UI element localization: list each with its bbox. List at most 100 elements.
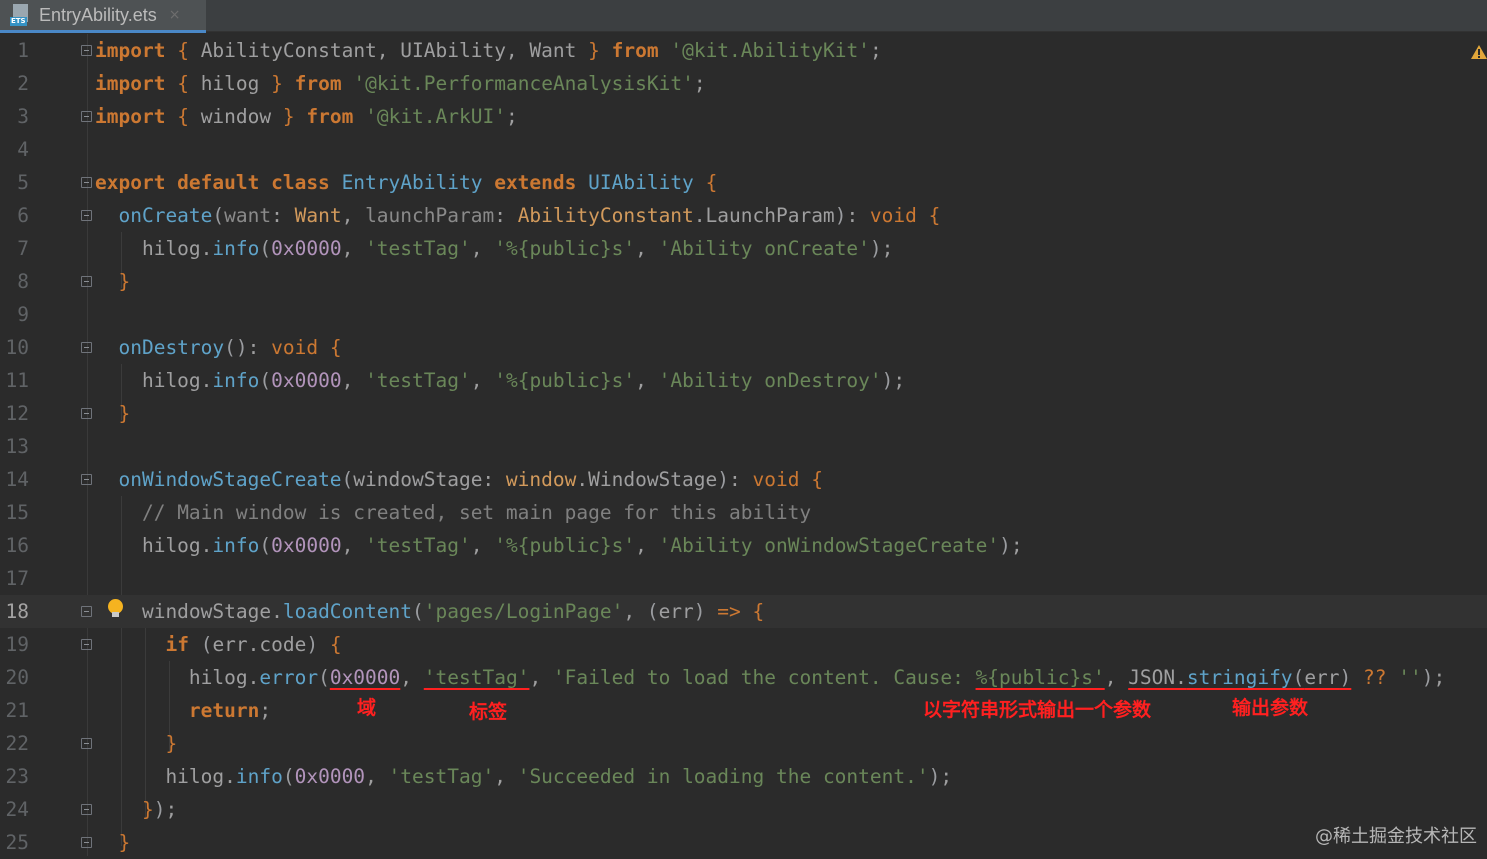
line-number[interactable]: 16 — [0, 529, 29, 562]
fold-toggle-icon[interactable] — [81, 804, 92, 815]
line-number[interactable]: 5 — [0, 166, 29, 199]
code-text[interactable]: } — [95, 727, 177, 760]
fold-toggle-icon[interactable] — [81, 639, 92, 650]
code-text[interactable]: windowStage.loadContent('pages/LoginPage… — [95, 595, 764, 628]
fold-toggle-icon[interactable] — [81, 177, 92, 188]
fold-toggle-icon[interactable] — [81, 111, 92, 122]
line-number[interactable]: 12 — [0, 397, 29, 430]
fold-toggle-icon[interactable] — [81, 408, 92, 419]
code-text[interactable]: } — [95, 265, 130, 298]
code-line[interactable]: 19 if (err.code) { — [0, 628, 1487, 661]
code-editor[interactable]: 1 import { AbilityConstant, UIAbility, Wa… — [0, 34, 1487, 856]
code-token: void — [869, 204, 917, 227]
code-line[interactable]: 1 import { AbilityConstant, UIAbility, Wa… — [0, 34, 1487, 67]
code-token: } — [165, 732, 178, 755]
code-text[interactable]: import { window } from '@kit.ArkUI'; — [95, 100, 518, 133]
code-line[interactable]: 7 hilog.info(0x0000, 'testTag', '%{publi… — [0, 232, 1487, 265]
line-number[interactable]: 23 — [0, 760, 29, 793]
fold-toggle-icon[interactable] — [81, 210, 92, 221]
code-text[interactable]: onWindowStageCreate(windowStage: window.… — [95, 463, 822, 496]
code-token: onCreate — [118, 204, 213, 227]
code-line[interactable]: 23 hilog.info(0x0000, 'testTag', 'Succee… — [0, 760, 1487, 793]
code-line[interactable]: 14 onWindowStageCreate(windowStage: wind… — [0, 463, 1487, 496]
code-text[interactable]: }); — [95, 793, 177, 826]
line-number[interactable]: 4 — [0, 133, 29, 166]
line-number[interactable]: 15 — [0, 496, 29, 529]
code-text[interactable]: import { AbilityConstant, UIAbility, Wan… — [95, 34, 882, 67]
line-number[interactable]: 17 — [0, 562, 29, 595]
code-text[interactable]: onDestroy(): void { — [95, 331, 341, 364]
code-text[interactable]: import { hilog } from '@kit.PerformanceA… — [95, 67, 706, 100]
code-text[interactable]: } — [95, 397, 130, 430]
line-number[interactable]: 18 — [0, 595, 29, 628]
line-number[interactable]: 14 — [0, 463, 29, 496]
line-number[interactable]: 6 — [0, 199, 29, 232]
tab-entryability[interactable]: ETS EntryAbility.ets × — [0, 0, 206, 33]
line-number[interactable]: 7 — [0, 232, 29, 265]
fold-toggle-icon[interactable] — [81, 474, 92, 485]
fold-toggle-icon[interactable] — [81, 837, 92, 848]
code-line[interactable]: 13 — [0, 430, 1487, 463]
code-line[interactable]: 5 export default class EntryAbility exten… — [0, 166, 1487, 199]
line-number[interactable]: 10 — [0, 331, 29, 364]
code-text[interactable]: if (err.code) { — [95, 628, 341, 661]
code-text[interactable]: return; — [95, 694, 271, 727]
line-number[interactable]: 13 — [0, 430, 29, 463]
code-text[interactable]: hilog.info(0x0000, 'testTag', '%{public}… — [95, 364, 905, 397]
warning-triangle-icon[interactable] — [1470, 44, 1487, 60]
fold-toggle-icon[interactable] — [81, 606, 92, 617]
line-number[interactable]: 1 — [0, 34, 29, 67]
fold-toggle-icon[interactable] — [81, 342, 92, 353]
code-text[interactable]: export default class EntryAbility extend… — [95, 166, 717, 199]
fold-toggle-icon[interactable] — [81, 738, 92, 749]
code-text[interactable]: onCreate(want: Want, launchParam: Abilit… — [95, 199, 940, 232]
code-text[interactable]: // Main window is created, set main page… — [95, 496, 811, 529]
line-number[interactable]: 24 — [0, 793, 29, 826]
code-line[interactable]: 17 — [0, 562, 1487, 595]
code-text[interactable]: hilog.info(0x0000, 'testTag', 'Succeeded… — [95, 760, 952, 793]
code-line[interactable]: 6 onCreate(want: Want, launchParam: Abil… — [0, 199, 1487, 232]
code-line[interactable]: 3 import { window } from '@kit.ArkUI'; — [0, 100, 1487, 133]
code-line[interactable]: 2 import { hilog } from '@kit.Performance… — [0, 67, 1487, 100]
code-token: ( — [341, 468, 354, 491]
code-token: 'testTag' — [365, 237, 471, 260]
code-line[interactable]: 15 // Main window is created, set main p… — [0, 496, 1487, 529]
code-text[interactable]: hilog.info(0x0000, 'testTag', '%{public}… — [95, 529, 1023, 562]
line-number[interactable]: 8 — [0, 265, 29, 298]
code-line[interactable]: 8 } — [0, 265, 1487, 298]
line-number[interactable]: 25 — [0, 826, 29, 859]
code-line[interactable]: 10 onDestroy(): void { — [0, 331, 1487, 364]
code-line[interactable]: 4 — [0, 133, 1487, 166]
code-line[interactable]: 20 hilog.error(0x0000, 'testTag', 'Faile… — [0, 661, 1487, 694]
line-number[interactable]: 19 — [0, 628, 29, 661]
code-token: ) — [1339, 666, 1352, 689]
line-number[interactable]: 2 — [0, 67, 29, 100]
code-token: ) — [834, 204, 847, 227]
code-line[interactable]: 18 windowStage.loadContent('pages/LoginP… — [0, 595, 1487, 628]
code-token: .LaunchParam — [693, 204, 835, 227]
fold-toggle-icon[interactable] — [81, 276, 92, 287]
code-line[interactable]: 12 } — [0, 397, 1487, 430]
code-line[interactable]: 9 — [0, 298, 1487, 331]
code-text[interactable]: } — [95, 826, 130, 859]
code-line[interactable]: 25 } — [0, 826, 1487, 859]
fold-toggle-icon[interactable] — [81, 45, 92, 56]
line-number[interactable]: 9 — [0, 298, 29, 331]
line-number[interactable]: 22 — [0, 727, 29, 760]
line-number[interactable]: 3 — [0, 100, 29, 133]
line-number[interactable]: 21 — [0, 694, 29, 727]
code-line[interactable]: 24 }); — [0, 793, 1487, 826]
code-line[interactable]: 16 hilog.info(0x0000, 'testTag', '%{publ… — [0, 529, 1487, 562]
code-line[interactable]: 22 } — [0, 727, 1487, 760]
close-icon[interactable]: × — [169, 7, 181, 23]
code-line[interactable]: 11 hilog.info(0x0000, 'testTag', '%{publ… — [0, 364, 1487, 397]
code-text[interactable]: hilog.info(0x0000, 'testTag', '%{public}… — [95, 232, 893, 265]
code-token: void — [752, 468, 800, 491]
line-number[interactable]: 20 — [0, 661, 29, 694]
code-text[interactable]: hilog.error(0x0000, 'testTag', 'Failed t… — [95, 661, 1445, 694]
code-token: ; — [893, 369, 906, 392]
line-number[interactable]: 11 — [0, 364, 29, 397]
